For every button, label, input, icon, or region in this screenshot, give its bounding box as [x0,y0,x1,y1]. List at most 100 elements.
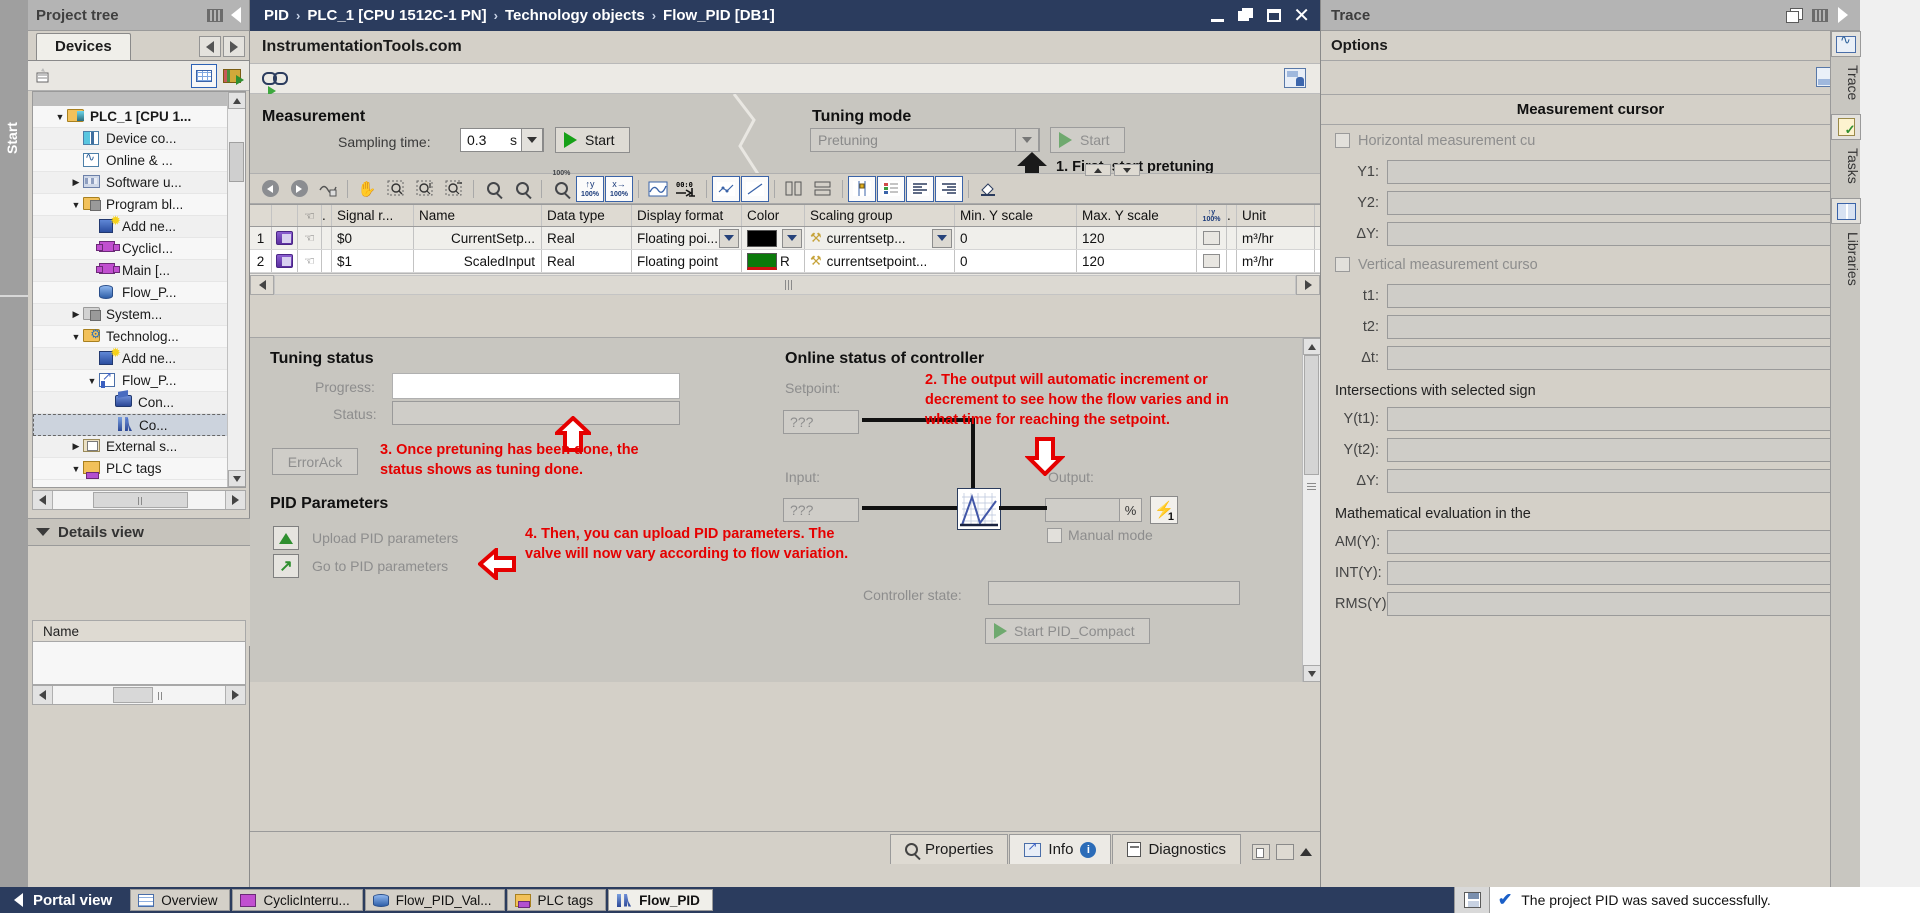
time-axis-icon[interactable]: 00:0 [673,176,701,202]
zoom-100-icon[interactable]: 100% [547,176,575,202]
tree-item-technolog[interactable]: ▼Technolog... [33,326,245,348]
signal-hscroll-left-button[interactable] [250,275,274,295]
align-right-icon[interactable] [935,176,963,202]
rail-tab-trace[interactable]: Trace [1831,57,1861,108]
lower-scroll-grip[interactable] [1307,483,1316,490]
lower-scroll-up-button[interactable] [1303,338,1321,355]
col-unit[interactable]: Unit [1237,205,1315,226]
cell-unit[interactable]: m³/hr [1237,227,1315,249]
cell-scaling-group[interactable]: ⚒currentsetp... [805,227,955,249]
signal-table-row[interactable]: 1☜$0CurrentSetp...RealFloating poi...⚒cu… [250,227,1320,250]
split-horizontal-icon[interactable] [809,176,837,202]
maximize-icon[interactable] [1265,7,1283,25]
tree-hscroll-right-button[interactable] [225,491,245,509]
zoom-in-icon[interactable] [479,176,507,202]
start-pid-compact-button[interactable]: Start PID_Compact [985,618,1150,644]
lower-pane-vertical-scrollbar[interactable] [1302,338,1320,682]
cell-max-y[interactable]: 120 [1077,250,1197,272]
taskbar-button-flowpidval[interactable]: Flow_PID_Val... [365,889,505,911]
col-color[interactable]: Color [742,205,805,226]
vertical-cursor-row[interactable]: Vertical measurement curso [1321,249,1860,280]
collapse-left-icon[interactable] [231,7,241,23]
col-signal-r[interactable]: Signal r... [332,205,414,226]
cell-signal[interactable]: $1 [332,250,414,272]
toolbar-scroll-up-button[interactable] [1085,164,1111,176]
rail-tab-tasks[interactable]: Tasks [1831,140,1861,192]
math-evaluation-field[interactable] [1387,530,1860,554]
tree-export-button[interactable] [221,65,243,87]
pan-tool-icon[interactable]: ✋ [353,176,381,202]
tab-info[interactable]: Info i [1009,834,1111,864]
tuning-mode-select[interactable]: Pretuning [810,128,1040,152]
tree-hscroll-left-button[interactable] [33,491,53,509]
details-name-column-header[interactable]: Name [32,620,246,642]
legend-icon[interactable] [877,176,905,202]
setpoint-field[interactable]: ??? [783,410,859,434]
curve-display-icon[interactable] [644,176,672,202]
collapse-right-icon[interactable] [1838,7,1848,23]
rail-libraries-icon-button[interactable] [1831,198,1861,224]
tuning-start-button[interactable]: Start [1050,127,1125,153]
expand-collapse-icon[interactable]: ▼ [53,112,67,122]
signal-insert-icon[interactable] [314,176,342,202]
tree-item-addne[interactable]: Add ne... [33,348,245,370]
columns-icon[interactable] [207,9,223,22]
sampling-time-dropdown[interactable] [521,128,543,152]
tab-diagnostics[interactable]: Diagnostics [1112,834,1241,864]
tree-hscroll-thumb[interactable] [93,492,188,508]
color-swatch[interactable] [747,253,777,270]
cell-visible-icon[interactable]: ☜ [298,227,322,249]
cell-data-type[interactable]: Real [542,250,632,272]
zoom-x-area-icon[interactable] [411,176,439,202]
math-evaluation-field[interactable] [1387,592,1860,616]
col-display-format[interactable]: Display format [632,205,742,226]
tree-vertical-scrollbar[interactable] [227,92,245,487]
tree-item-con[interactable]: Con... [33,392,245,414]
manual-mode-checkbox[interactable] [1047,528,1062,543]
signal-table-hscrollbar[interactable] [250,273,1320,295]
breadcrumb-2[interactable]: Technology objects [505,7,645,24]
tab-devices[interactable]: Devices [36,33,131,60]
cell-scaling-group[interactable]: ⚒currentsetpoint... [805,250,955,272]
minimize-icon[interactable] [1209,7,1227,25]
taskbar-button-cyclicinterru[interactable]: CyclicInterru... [232,889,362,911]
tree-link-icon[interactable] [34,65,56,87]
cell-source-icon[interactable] [272,227,298,249]
input-field[interactable]: ??? [783,498,859,522]
expand-icon[interactable]: ▶ [69,309,83,320]
tree-item-deviceco[interactable]: Device co... [33,128,245,150]
vertical-cursor-field[interactable] [1387,346,1860,370]
math-evaluation-field[interactable] [1387,561,1860,585]
tree-item-plctags[interactable]: ▼PLC tags [33,458,245,480]
display-format-dropdown[interactable] [719,229,739,248]
intersection-field[interactable] [1387,438,1860,462]
zoom-area-icon[interactable] [382,176,410,202]
signal-hscroll-right-button[interactable] [1296,275,1320,295]
save-project-button[interactable] [1454,887,1490,913]
cell-display-format[interactable]: Floating poi... [632,227,742,249]
fit-x-100-icon[interactable]: x→100% [605,176,633,202]
show-points-icon[interactable] [712,176,740,202]
cell-source-icon[interactable] [272,250,298,272]
restore-icon[interactable] [1237,7,1255,25]
expand-collapse-icon[interactable]: ▼ [69,200,83,210]
tree-item-flowp[interactable]: Flow_P... [33,282,245,304]
back-button[interactable] [256,176,284,202]
monitor-glasses-icon[interactable] [262,72,288,86]
tree-item-externals[interactable]: ▶External s... [33,436,245,458]
rail-tasks-icon-button[interactable] [1831,114,1861,140]
output-field[interactable]: % [1045,498,1142,522]
color-swatch[interactable] [747,230,777,247]
vertical-cursor-field[interactable] [1387,284,1860,308]
tree-item-addne[interactable]: Add ne... [33,216,245,238]
cell-name[interactable]: ScaledInput [414,250,542,272]
intersection-field[interactable] [1387,469,1860,493]
expand-collapse-icon[interactable]: ▼ [85,376,99,386]
details-hscroll-left-button[interactable] [33,686,53,704]
zoom-y-area-icon[interactable] [440,176,468,202]
taskbar-button-plctags[interactable]: PLC tags [507,889,607,911]
cell-min-y[interactable]: 0 [955,227,1077,249]
tree-item-cyclici[interactable]: CyclicI... [33,238,245,260]
tuning-mode-dropdown[interactable] [1015,128,1039,152]
taskbar-button-overview[interactable]: Overview [130,889,230,911]
